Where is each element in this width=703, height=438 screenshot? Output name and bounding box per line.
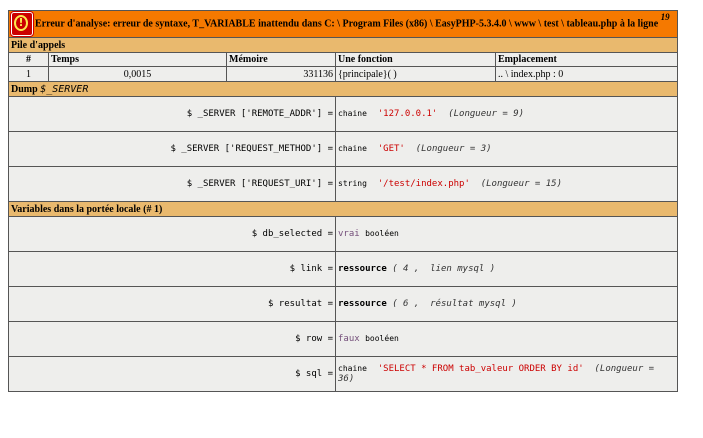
local-row-value: faux booléen bbox=[335, 321, 678, 357]
error-message: Erreur d'analyse: erreur de syntaxe, T_V… bbox=[35, 18, 659, 30]
dump-section-row: Dump $_SERVER bbox=[8, 81, 678, 97]
table-row: $ sql = chaine 'SELECT * FROM tab_valeur… bbox=[8, 356, 678, 392]
error-line-number: 19 bbox=[660, 12, 670, 22]
local-row-name: $ row = bbox=[8, 321, 336, 357]
callstack-location: .. \ index.php : 0 bbox=[495, 66, 678, 82]
server-remote-addr-value: chaine '127.0.0.1' (Longueur = 9) bbox=[335, 96, 678, 132]
callstack-function: {principale}( ) bbox=[335, 66, 496, 82]
local-db-selected-name: $ db_selected = bbox=[8, 216, 336, 252]
server-remote-addr-name: $ _SERVER ['REMOTE_ADDR'] = bbox=[8, 96, 336, 132]
col-header-location: Emplacement bbox=[495, 52, 678, 67]
table-row: $ _SERVER ['REMOTE_ADDR'] = chaine '127.… bbox=[8, 96, 678, 132]
dump-title: Dump $_SERVER bbox=[8, 81, 678, 97]
col-header-memory: Mémoire bbox=[226, 52, 336, 67]
dump-label: Dump bbox=[11, 83, 38, 95]
callstack-section-row: Pile d'appels bbox=[8, 37, 678, 53]
locals-section-row: Variables dans la portée locale (# 1) bbox=[8, 201, 678, 217]
table-row: $ db_selected = vrai booléen bbox=[8, 216, 678, 252]
server-request-method-value: chaine 'GET' (Longueur = 3) bbox=[335, 131, 678, 167]
callstack-time: 0,0015 bbox=[48, 66, 227, 82]
server-request-method-name: $ _SERVER ['REQUEST_METHOD'] = bbox=[8, 131, 336, 167]
local-link-name: $ link = bbox=[8, 251, 336, 287]
callstack-title: Pile d'appels bbox=[8, 37, 678, 53]
table-row: $ link = ressource ( 4 , lien mysql ) bbox=[8, 251, 678, 287]
table-row: $ resultat = ressource ( 6 , résultat my… bbox=[8, 286, 678, 322]
local-sql-value: chaine 'SELECT * FROM tab_valeur ORDER B… bbox=[335, 356, 678, 392]
table-row: 1 0,0015 331136 {principale}( ) .. \ ind… bbox=[8, 66, 678, 82]
local-link-value: ressource ( 4 , lien mysql ) bbox=[335, 251, 678, 287]
error-icon: ! bbox=[11, 12, 33, 36]
table-row: $ row = faux booléen bbox=[8, 321, 678, 357]
col-header-index: # bbox=[8, 52, 49, 67]
local-resultat-value: ressource ( 6 , résultat mysql ) bbox=[335, 286, 678, 322]
table-row: $ _SERVER ['REQUEST_METHOD'] = chaine 'G… bbox=[8, 131, 678, 167]
callstack-memory: 331136 bbox=[226, 66, 336, 82]
dump-variable: $_SERVER bbox=[40, 83, 89, 95]
error-header: ! Erreur d'analyse: erreur de syntaxe, T_… bbox=[8, 10, 678, 38]
server-request-uri-name: $ _SERVER ['REQUEST_URI'] = bbox=[8, 166, 336, 202]
local-db-selected-value: vrai booléen bbox=[335, 216, 678, 252]
table-row: $ _SERVER ['REQUEST_URI'] = string '/tes… bbox=[8, 166, 678, 202]
callstack-index: 1 bbox=[8, 66, 49, 82]
xdebug-error-table: ! Erreur d'analyse: erreur de syntaxe, T_… bbox=[8, 10, 678, 392]
local-resultat-name: $ resultat = bbox=[8, 286, 336, 322]
local-sql-name: $ sql = bbox=[8, 356, 336, 392]
server-request-uri-value: string '/test/index.php' (Longueur = 15) bbox=[335, 166, 678, 202]
callstack-header-row: # Temps Mémoire Une fonction Emplacement bbox=[8, 52, 678, 67]
error-header-row: ! Erreur d'analyse: erreur de syntaxe, T_… bbox=[8, 10, 678, 38]
locals-title: Variables dans la portée locale (# 1) bbox=[8, 201, 678, 217]
col-header-function: Une fonction bbox=[335, 52, 496, 67]
col-header-time: Temps bbox=[48, 52, 227, 67]
